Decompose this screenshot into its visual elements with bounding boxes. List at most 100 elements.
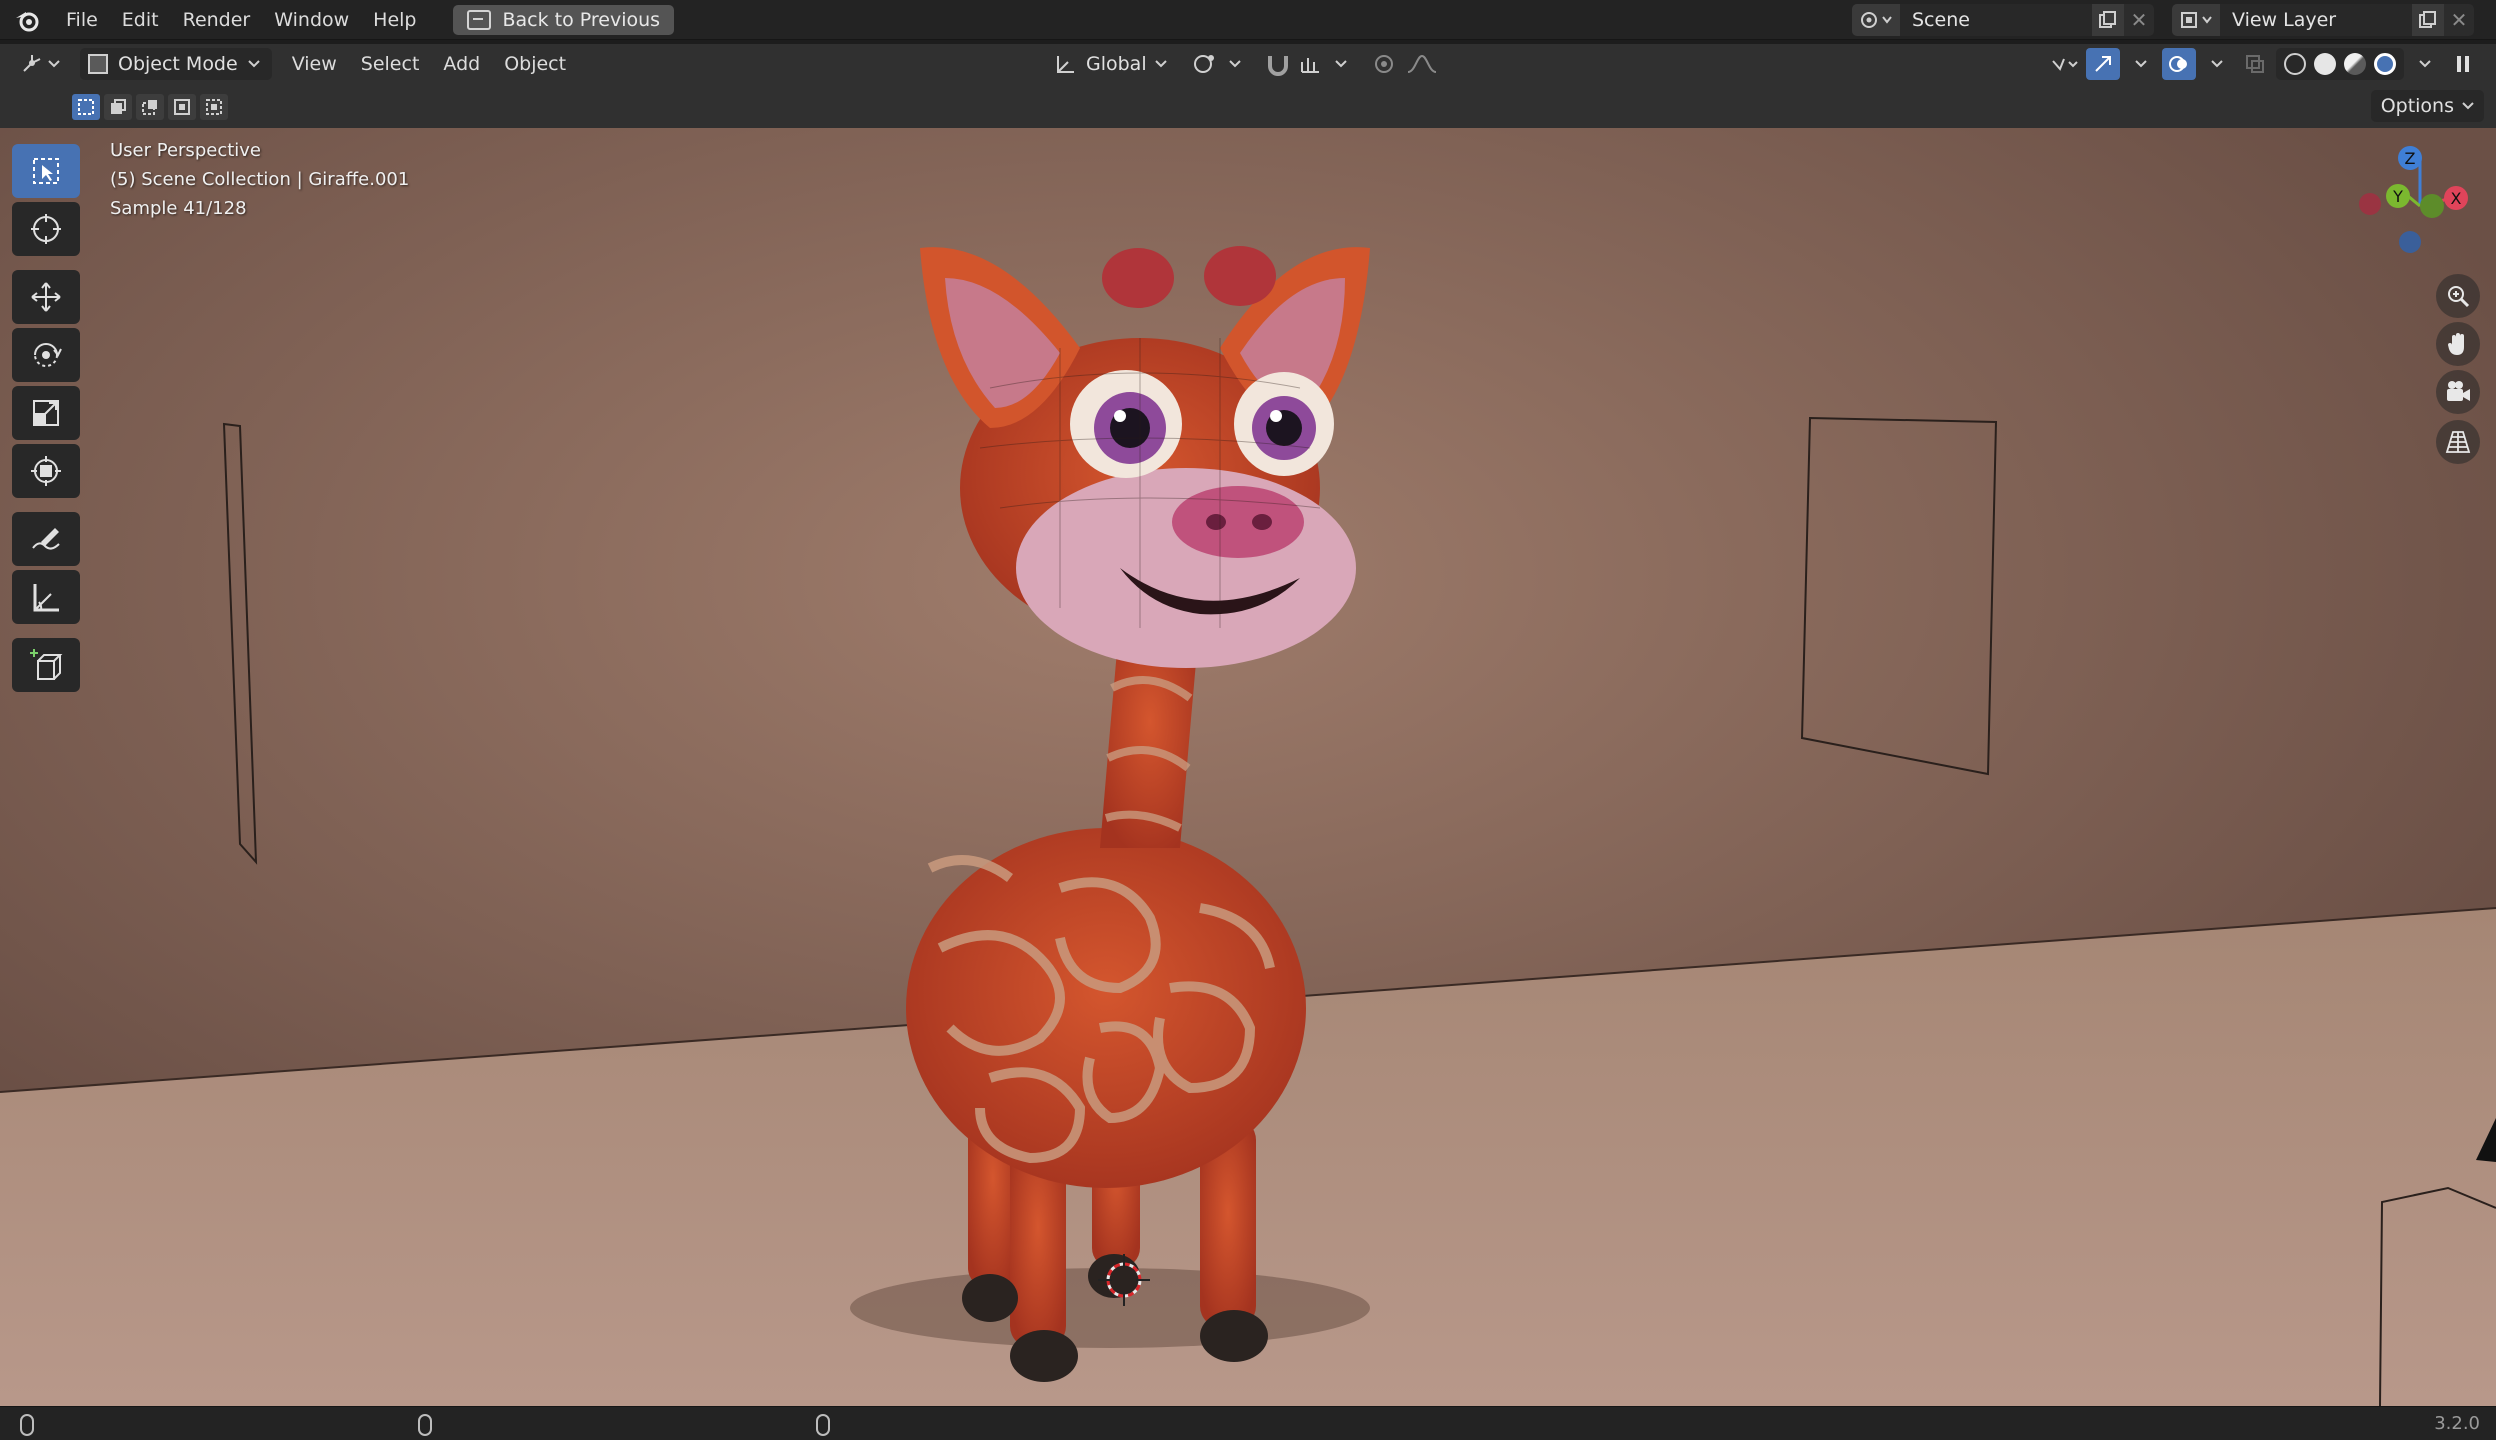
pause-render-button[interactable] [2446,48,2480,80]
gizmo-neg-z [2399,231,2421,253]
snap-dropdown[interactable] [1257,48,1355,80]
shading-options-dropdown[interactable] [2408,48,2442,80]
gizmo-x-label: X [2451,189,2462,208]
options-dropdown[interactable]: Options [2370,90,2484,122]
material-preview-icon[interactable] [2344,53,2366,75]
editor-type-dropdown[interactable] [12,48,68,80]
select-extend-icon[interactable] [104,94,132,120]
chevron-down-icon [1228,60,1241,68]
collection-info-label: (5) Scene Collection | Giraffe.001 [110,169,410,190]
mouse-middle-icon [418,1414,432,1436]
view-layer-browse-icon[interactable] [2172,4,2220,36]
select-subtract-icon[interactable] [136,94,164,120]
measure-tool[interactable] [12,570,80,624]
delete-scene-icon[interactable]: ✕ [2124,4,2154,36]
pivot-icon [1193,55,1214,73]
mouse-left-icon [20,1414,34,1436]
delete-view-layer-icon[interactable]: ✕ [2444,4,2474,36]
scale-icon [33,400,59,426]
3d-viewport[interactable]: User Perspective (5) Scene Collection | … [0,128,2496,1406]
show-gizmo-toggle[interactable] [2086,48,2120,80]
zoom-view-icon[interactable] [2436,274,2480,318]
new-view-layer-icon[interactable] [2412,4,2444,36]
rotate-tool[interactable] [12,328,80,382]
blender-version: 3.2.0 [2434,1413,2480,1434]
annotate-tool[interactable] [12,512,80,566]
new-scene-icon[interactable] [2092,4,2124,36]
top-menu-bar: File Edit Render Window Help Back to Pre… [0,0,2496,40]
snap-increment-icon [1300,58,1319,73]
wireframe-shading-icon[interactable] [2284,53,2306,75]
transform-tools-group: Global [1044,48,1447,80]
scale-tool[interactable] [12,386,80,440]
toolshelf [12,144,80,692]
view-layer-name-field[interactable]: View Layer [2220,4,2412,36]
move-tool[interactable] [12,270,80,324]
camera-view-icon[interactable] [2436,370,2480,414]
chevron-down-icon [1334,60,1347,68]
transform-tool[interactable] [12,444,80,498]
back-to-previous-label: Back to Previous [502,8,661,31]
gizmo-neg-y [2420,194,2444,218]
measure-icon [33,584,59,612]
cursor-icon [31,214,61,244]
gizmo-icon [2095,56,2111,72]
select-box-icon [33,158,59,184]
object-mode-dropdown[interactable]: Object Mode [80,48,272,80]
overlays-options-dropdown[interactable] [2200,48,2234,80]
select-intersect-icon[interactable] [200,94,228,120]
proportional-editing-dropdown[interactable] [1363,48,1447,80]
pivot-point-dropdown[interactable] [1183,48,1249,80]
tool-settings-bar: Options [0,84,2496,128]
back-icon [466,9,491,30]
show-overlays-toggle[interactable] [2162,48,2196,80]
axis-editor-icon [23,55,41,72]
move-icon [31,282,61,312]
rotate-icon [34,343,62,367]
view-layer-selector: View Layer ✕ [2172,4,2474,36]
header-menu-view[interactable]: View [280,53,349,75]
chevron-down-icon [247,60,260,68]
gizmo-z-label: Z [2405,149,2416,168]
header-menu-add[interactable]: Add [431,53,492,75]
menu-render[interactable]: Render [171,0,263,40]
rendered-scene [0,128,2496,1406]
gizmo-neg-x [2359,193,2381,215]
chevron-down-icon [2419,60,2431,68]
menu-window[interactable]: Window [262,0,361,40]
transform-orientation-dropdown[interactable]: Global [1044,48,1175,80]
menu-edit[interactable]: Edit [110,0,171,40]
blender-logo-icon[interactable] [0,0,54,40]
scene-name-field[interactable]: Scene [1900,4,2092,36]
navigation-gizmo[interactable]: Z Y X [2352,138,2472,268]
solid-shading-icon[interactable] [2314,53,2336,75]
chevron-down-icon [1154,60,1167,68]
menu-help[interactable]: Help [361,0,428,40]
pan-view-icon[interactable] [2436,322,2480,366]
add-cube-icon [30,649,63,680]
scene-browse-icon[interactable] [1852,4,1900,36]
annotate-icon [32,528,60,550]
status-bar: 3.2.0 [0,1406,2496,1440]
perspective-toggle-icon[interactable] [2436,420,2480,464]
header-menu-select[interactable]: Select [349,53,432,75]
mouse-right-icon [816,1414,830,1436]
select-box-tool[interactable] [12,144,80,198]
menu-file[interactable]: File [54,0,110,40]
chevron-down-icon [2211,60,2223,68]
options-label: Options [2380,95,2454,117]
render-sample-label: Sample 41/128 [110,198,247,219]
selection-mode-group [72,94,228,120]
view-name-label: User Perspective [110,140,261,161]
cursor-tool[interactable] [12,202,80,256]
back-to-previous-button[interactable]: Back to Previous [452,4,675,35]
gizmo-options-dropdown[interactable] [2124,48,2158,80]
header-menu-object[interactable]: Object [492,53,578,75]
rendered-shading-icon[interactable] [2374,53,2396,75]
select-new-icon[interactable] [72,94,100,120]
xray-toggle[interactable] [2238,48,2272,80]
add-cube-tool[interactable] [12,638,80,692]
object-visibility-dropdown[interactable] [2048,48,2082,80]
transform-icon [31,456,61,486]
select-invert-icon[interactable] [168,94,196,120]
